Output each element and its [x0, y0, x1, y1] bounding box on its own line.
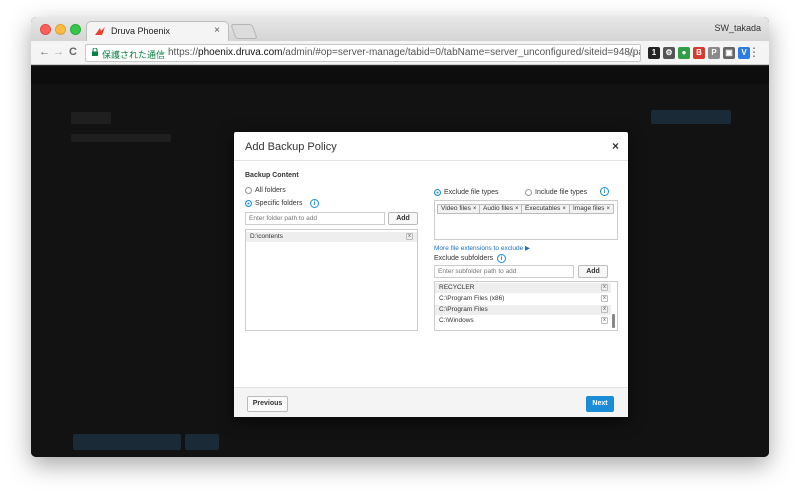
forward-arrow-icon[interactable]: → [53, 46, 64, 58]
specific-folders-radio[interactable] [245, 200, 252, 207]
zoom-window-button[interactable] [70, 24, 81, 35]
exclude-subfolders-label: Exclude subfolders [434, 255, 494, 262]
more-file-extensions-link[interactable]: More file extensions to exclude ▶ [434, 244, 530, 252]
subfolder-path-text: C:\Program Files [439, 306, 488, 313]
subfolder-list-scrollbar[interactable] [612, 314, 615, 328]
ext-circle-icon[interactable]: 1 [648, 47, 660, 59]
profile-name[interactable]: SW_takada [714, 23, 761, 33]
page-subtabs-ghost [71, 134, 171, 142]
ext-gray-icon[interactable]: P [708, 47, 720, 59]
file-type-chip-label: Video files [441, 205, 471, 212]
page-action-ghost [651, 110, 731, 124]
page-bottom-button-ghost-2 [185, 434, 219, 450]
browser-window: Druva Phoenix × SW_takada ← → C 保護された通信 … [31, 17, 769, 457]
subfolder-path-text: C:\Program Files (x86) [439, 295, 505, 302]
add-backup-policy-dialog: Add Backup Policy × Backup Content All f… [234, 132, 628, 417]
include-file-types-label: Include file types [535, 189, 588, 196]
ext-green-icon[interactable]: ● [678, 47, 690, 59]
add-subfolder-button[interactable]: Add [578, 265, 608, 278]
title-bar: Druva Phoenix × SW_takada [31, 17, 769, 41]
all-folders-label: All folders [255, 187, 286, 194]
add-folder-button[interactable]: Add [388, 212, 418, 225]
app-top-nav [31, 66, 769, 84]
url-text: https://phoenix.druva.com/admin/#op=serv… [168, 47, 640, 58]
folder-list-item[interactable]: D:\contents x [246, 232, 417, 242]
dialog-close-icon[interactable]: × [612, 139, 619, 153]
folder-path-text: D:\contents [250, 233, 283, 240]
all-folders-radio[interactable] [245, 187, 252, 194]
subfolder-list-item[interactable]: C:\Program Files x [435, 305, 611, 315]
minimize-window-button[interactable] [55, 24, 66, 35]
specific-folders-info-icon[interactable]: i [310, 199, 319, 208]
url-path: /admin/#op=server-manage/tabid=0/tabName… [282, 47, 640, 58]
specific-folders-label: Specific folders [255, 200, 303, 207]
remove-chip-icon[interactable]: × [515, 206, 519, 212]
subfolder-list: RECYCLER x C:\Program Files (x86) x C:\Progr… [434, 281, 618, 331]
page-bottom-button-ghost [73, 434, 181, 450]
dialog-footer: Previous Next [234, 387, 628, 417]
next-button[interactable]: Next [586, 396, 614, 412]
url-prefix: https:// [168, 47, 199, 58]
remove-subfolder-icon[interactable]: x [601, 284, 608, 291]
ext-red-b-icon[interactable]: B [693, 47, 705, 59]
exclude-subfolders-info-icon[interactable]: i [497, 254, 506, 263]
druva-logo-icon [95, 27, 105, 35]
subfolder-list-item[interactable]: C:\Windows x [435, 316, 611, 326]
file-type-chip: Audio files × [479, 204, 523, 214]
remove-chip-icon[interactable]: × [606, 206, 610, 212]
previous-button[interactable]: Previous [247, 396, 288, 412]
subfolder-path-input[interactable] [434, 265, 574, 278]
file-type-chip-label: Executables [525, 205, 561, 212]
subfolder-path-text: RECYCLER [439, 284, 475, 291]
include-file-types-radio[interactable] [525, 189, 532, 196]
close-window-button[interactable] [40, 24, 51, 35]
browser-menu-icon[interactable]: ⋮ [748, 45, 760, 59]
backup-content-heading: Backup Content [245, 172, 299, 179]
browser-tab[interactable]: Druva Phoenix × [86, 21, 229, 41]
file-type-chip: Image files × [569, 204, 614, 214]
tab-title: Druva Phoenix [111, 26, 171, 36]
remove-folder-icon[interactable]: x [406, 233, 413, 240]
address-bar[interactable]: 保護された通信 https://phoenix.druva.com/admin/… [85, 44, 641, 62]
remove-subfolder-icon[interactable]: x [601, 317, 608, 324]
reload-icon[interactable]: C [69, 46, 77, 58]
file-type-chip-label: Audio files [483, 205, 513, 212]
remove-subfolder-icon[interactable]: x [601, 295, 608, 302]
exclude-file-types-label: Exclude file types [444, 189, 499, 196]
url-host: phoenix.druva.com [198, 47, 283, 58]
remove-chip-icon[interactable]: × [473, 206, 477, 212]
tab-close-icon[interactable]: × [214, 25, 220, 36]
file-type-chip: Video files × [437, 204, 481, 214]
file-types-info-icon[interactable]: i [600, 187, 609, 196]
back-arrow-icon[interactable]: ← [39, 46, 50, 58]
new-tab-button[interactable] [230, 24, 258, 39]
file-type-chip-box[interactable]: Video files × Audio files × Executables × Imag… [434, 200, 618, 240]
exclude-file-types-radio[interactable] [434, 189, 441, 196]
ext-box-icon[interactable]: ▣ [723, 47, 735, 59]
browser-toolbar: ← → C 保護された通信 https://phoenix.druva.com/… [31, 41, 769, 65]
bookmark-star-icon[interactable]: ☆ [626, 47, 636, 60]
remove-chip-icon[interactable]: × [562, 206, 566, 212]
file-type-chip-label: Image files [573, 205, 605, 212]
subfolder-list-item[interactable]: C:\Program Files (x86) x [435, 294, 611, 304]
dialog-header: Add Backup Policy × [234, 132, 628, 161]
ext-gear-icon[interactable]: ⚙ [663, 47, 675, 59]
secure-label: 保護された通信 [102, 50, 166, 60]
dialog-title: Add Backup Policy [245, 141, 337, 153]
folder-list: D:\contents x [245, 229, 418, 331]
file-type-chip: Executables × [521, 204, 570, 214]
folder-path-input[interactable] [245, 212, 385, 225]
lock-icon [92, 47, 98, 58]
subfolder-path-text: C:\Windows [439, 317, 474, 324]
remove-subfolder-icon[interactable]: x [601, 306, 608, 313]
page-heading-ghost [71, 112, 111, 124]
subfolder-list-item[interactable]: RECYCLER x [435, 283, 611, 293]
